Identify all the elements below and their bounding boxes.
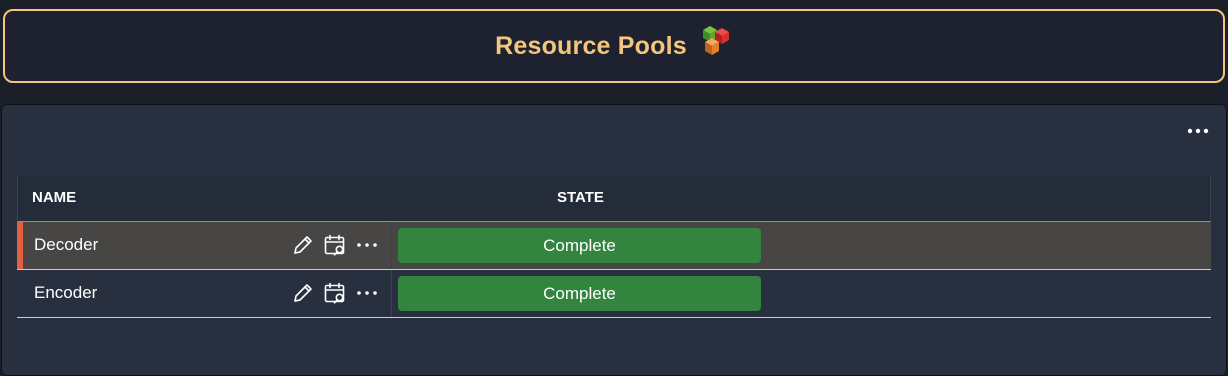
- edit-icon[interactable]: [290, 232, 316, 258]
- row-name: Decoder: [34, 235, 99, 254]
- table-header: NAME STATE: [17, 176, 1211, 222]
- row-actions: [290, 232, 380, 258]
- resource-pools-table: NAME STATE Decoder Complete Encoder Comp…: [17, 176, 1211, 318]
- more-horizontal-icon[interactable]: [1186, 123, 1210, 139]
- column-header-state[interactable]: STATE: [557, 189, 604, 206]
- calendar-search-icon[interactable]: [322, 232, 348, 258]
- column-divider: [391, 222, 392, 269]
- status-badge: Complete: [398, 276, 761, 311]
- column-header-name[interactable]: NAME: [32, 189, 76, 206]
- resource-pools-panel: NAME STATE Decoder Complete Encoder Comp…: [1, 104, 1227, 376]
- row-actions: [290, 280, 380, 306]
- more-horizontal-icon[interactable]: [354, 232, 380, 258]
- calendar-search-icon[interactable]: [322, 280, 348, 306]
- table-row[interactable]: Encoder Complete: [17, 270, 1211, 318]
- status-badge: Complete: [398, 228, 761, 263]
- row-name: Encoder: [34, 283, 98, 302]
- page-title: Resource Pools: [495, 31, 687, 60]
- page-header: Resource Pools: [3, 9, 1225, 83]
- column-divider: [391, 270, 392, 317]
- edit-icon[interactable]: [290, 280, 316, 306]
- more-horizontal-icon[interactable]: [354, 280, 380, 306]
- table-row[interactable]: Decoder Complete: [17, 222, 1211, 270]
- cubes-icon: [695, 24, 733, 60]
